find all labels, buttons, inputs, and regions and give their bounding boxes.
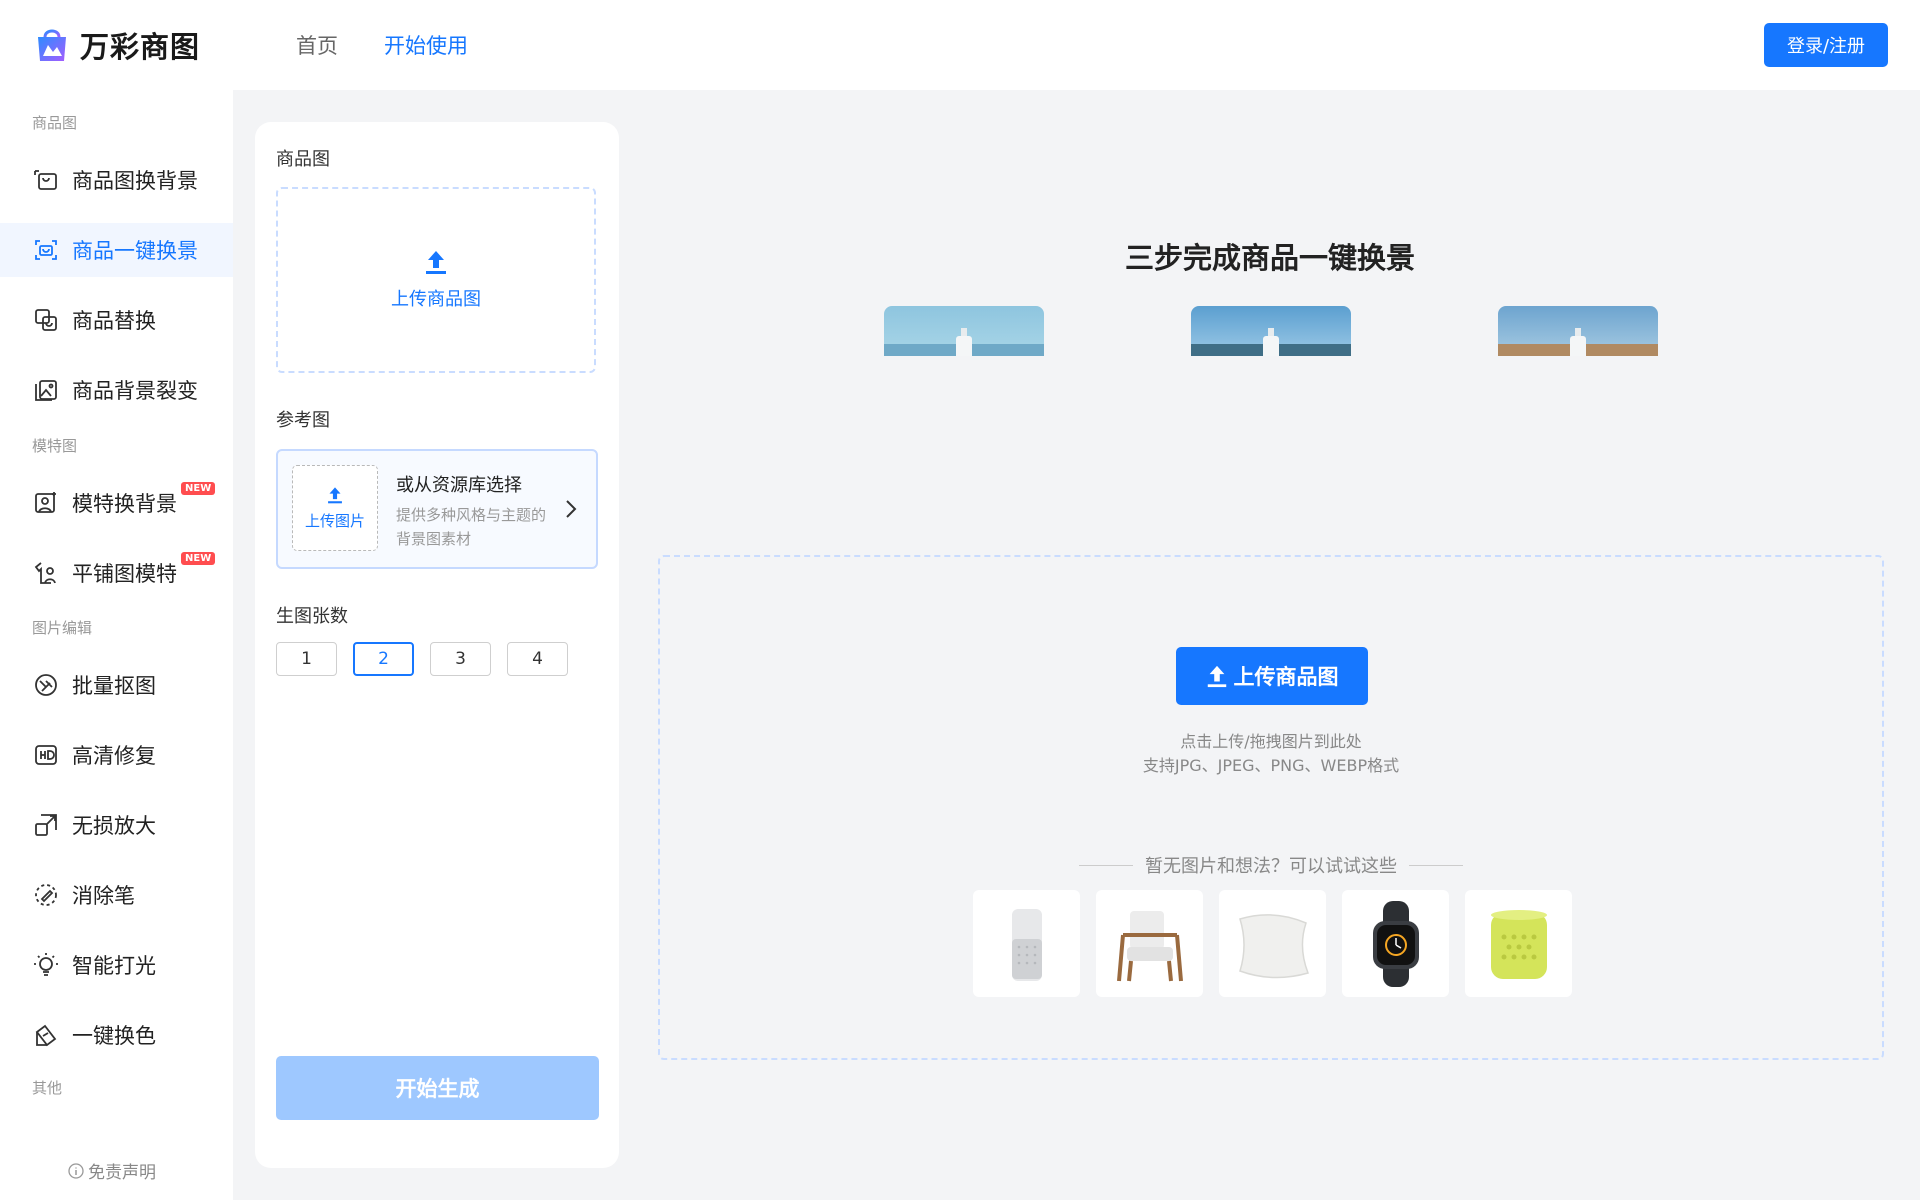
upload-product-label: 上传商品图 [1233,665,1339,689]
sidebar-group-edit: 图片编辑 [32,619,93,637]
upload-icon [1207,665,1226,688]
sidebar-item-flatlay-model[interactable]: 平铺图模特 NEW [0,546,233,600]
sidebar-item-label: 一键换色 [72,1024,156,1048]
sidebar-item-label: 商品替换 [72,309,156,333]
product-upload-label: 上传商品图 [391,289,481,310]
sidebar-group-other: 其他 [32,1079,63,1097]
sidebar-item-smart-lighting[interactable]: 智能打光 [0,938,233,992]
sidebar-group-product: 商品图 [32,114,78,132]
sample-smartwatch[interactable] [1342,890,1449,997]
nav-get-started[interactable]: 开始使用 [384,30,468,60]
config-panel: 商品图 上传商品图 参考图 上传图片 或从资源库选择 提供多种风格与主题的背景图… [255,122,619,1168]
reference-library-card[interactable]: 上传图片 或从资源库选择 提供多种风格与主题的背景图素材 [276,449,598,569]
sidebar-item-hd-restore[interactable]: 高清修复 [0,728,233,782]
reference-upload-label: 上传图片 [304,511,365,530]
sample-list [973,890,1572,997]
sidebar-item-product-background[interactable]: 商品图换背景 [0,153,233,207]
sidebar-item-scene-swap[interactable]: 商品一键换景 [0,223,233,277]
eraser-icon [35,884,57,906]
disclaimer-label: 免责声明 [88,1163,156,1183]
step-1-thumbnail [884,306,1044,356]
sample-pillow[interactable] [1219,890,1326,997]
info-icon [68,1162,84,1179]
hd-icon [35,745,57,765]
step-3-thumbnail [1498,306,1658,356]
format-hint: 支持JPG、JPEG、PNG、WEBP格式 [1142,756,1400,775]
smartwatch-image [1372,900,1419,987]
drop-hint: 点击上传/拖拽图片到此处 [1180,732,1362,751]
disclaimer-link[interactable]: 免责声明 [68,1158,156,1183]
sample-armchair[interactable] [1096,890,1203,997]
try-samples-label: 暂无图片和想法？可以试试这些 [1145,856,1397,877]
product-replace-icon [35,309,57,331]
logo-text: 万彩商图 [80,30,201,64]
pillow-image [1238,913,1309,978]
sidebar-item-background-variant[interactable]: 商品背景裂变 [0,363,233,417]
chevron-right-icon [566,500,577,518]
sidebar-item-lossless-enlarge[interactable]: 无损放大 [0,798,233,852]
air-purifier-image [1011,908,1042,981]
image-count-selector: 1 2 3 4 [276,642,568,676]
count-option-4[interactable]: 4 [507,642,568,676]
nav-home[interactable]: 首页 [296,30,338,60]
image-count-label: 生图张数 [276,606,348,627]
sidebar-item-product-replace[interactable]: 商品替换 [0,293,233,347]
count-option-1[interactable]: 1 [276,642,337,676]
sidebar-item-model-background[interactable]: 模特换背景 NEW [0,476,233,530]
armchair-image [1116,910,1183,981]
image-swap-icon [34,170,57,190]
sidebar-item-eraser[interactable]: 消除笔 [0,868,233,922]
new-badge: NEW [181,552,216,565]
try-samples-title: 暂无图片和想法？可以试试这些 [660,852,1882,878]
top-nav: 首页 开始使用 [296,30,468,60]
new-badge: NEW [181,482,216,495]
sidebar-item-label: 商品图换背景 [72,169,198,193]
reference-library-desc: 提供多种风格与主题的背景图素材 [396,506,547,548]
sample-speaker[interactable] [1465,890,1572,997]
sidebar-item-label: 智能打光 [72,954,156,978]
reference-upload-button[interactable]: 上传图片 [292,465,378,551]
logo[interactable]: 万彩商图 [32,24,200,66]
sidebar-item-label: 模特换背景 [72,492,177,516]
upload-icon [328,486,342,503]
bulb-icon [34,953,58,976]
sidebar-item-label: 平铺图模特 [72,562,177,586]
steps-title: 三步完成商品一键换景 [1124,241,1415,275]
start-generate-button[interactable]: 开始生成 [276,1056,599,1120]
sidebar-item-label: 消除笔 [72,884,135,908]
batch-cutout-icon [35,674,57,696]
product-upload-area[interactable]: 上传商品图 [276,187,596,373]
sidebar-item-label: 商品一键换景 [72,239,198,263]
sidebar-item-label: 高清修复 [72,744,156,768]
sample-air-purifier[interactable] [973,890,1080,997]
sidebar-item-label: 批量抠图 [72,674,156,698]
sidebar-item-recolor[interactable]: 一键换色 [0,1008,233,1062]
sidebar: 商品图 商品图换背景 商品一键换景 商品替换 商品背景裂变 模特图 模特换背景 … [0,90,233,1200]
sidebar-item-label: 无损放大 [72,814,156,838]
speaker-image [1490,909,1547,979]
product-image-label: 商品图 [276,149,330,170]
reference-image-label: 参考图 [276,410,330,431]
sidebar-item-batch-cutout[interactable]: 批量抠图 [0,658,233,712]
count-option-2[interactable]: 2 [353,642,414,676]
upload-product-button[interactable]: 上传商品图 [1176,647,1368,705]
login-register-button[interactable]: 登录/注册 [1764,23,1888,67]
sidebar-item-label: 商品背景裂变 [72,379,198,403]
count-option-3[interactable]: 3 [430,642,491,676]
reference-library-title: 或从资源库选择 [396,475,522,496]
logo-icon [38,29,66,61]
flatlay-model-icon [34,562,56,584]
background-variant-icon [35,380,57,401]
upload-dropzone[interactable]: 上传商品图 点击上传/拖拽图片到此处 支持JPG、JPEG、PNG、WEBP格式… [658,555,1884,1060]
upload-icon [426,251,446,274]
enlarge-icon [35,814,57,836]
scene-swap-icon [35,240,57,260]
recolor-icon [35,1024,57,1047]
sidebar-group-model: 模特图 [32,437,78,455]
top-header: 万彩商图 首页 开始使用 登录/注册 [0,0,1920,90]
step-2-thumbnail [1191,306,1351,356]
model-background-icon [35,492,56,513]
